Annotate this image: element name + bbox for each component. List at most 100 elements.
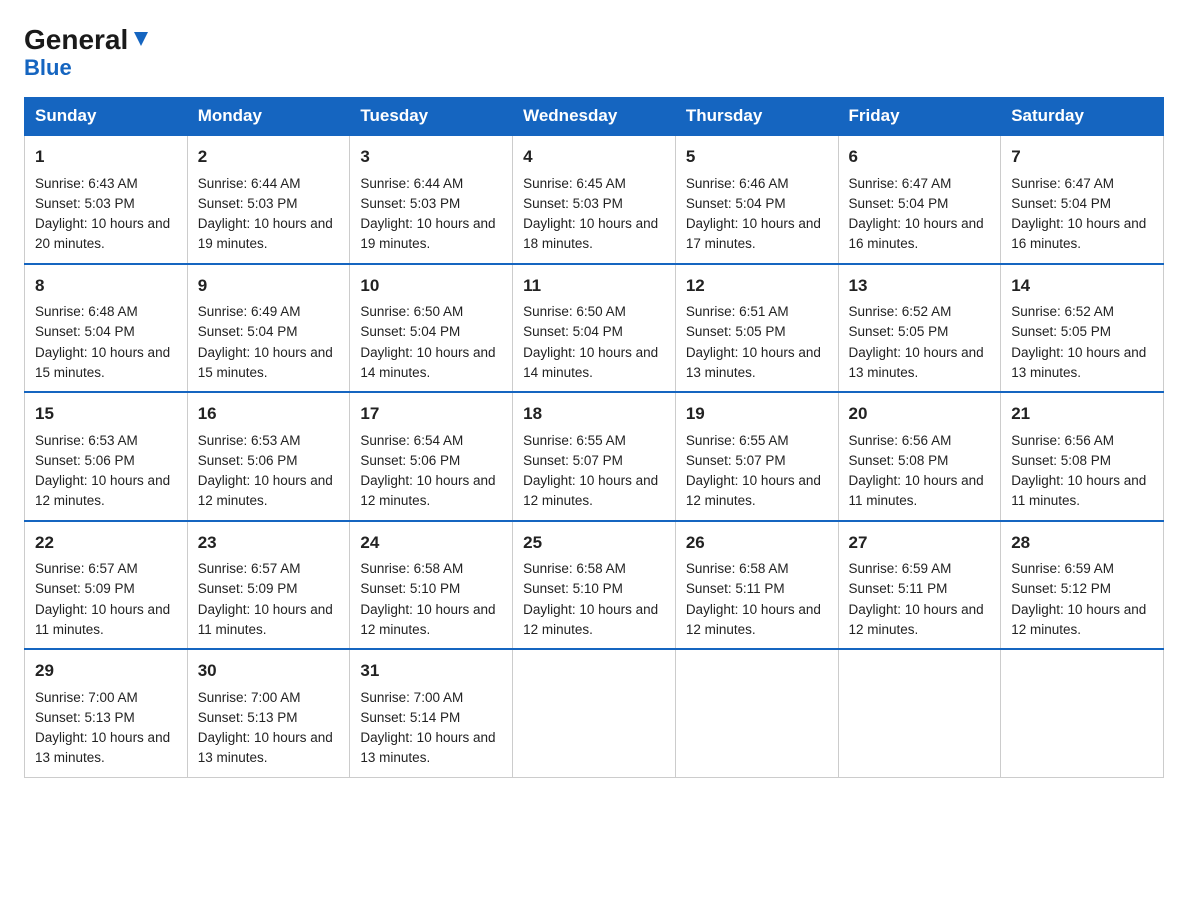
sunrise-info: Sunrise: 6:58 AM xyxy=(686,561,789,576)
daylight-info: Daylight: 10 hours and 17 minutes. xyxy=(686,216,821,251)
day-number: 3 xyxy=(360,144,502,170)
calendar-cell: 5Sunrise: 6:46 AMSunset: 5:04 PMDaylight… xyxy=(675,135,838,264)
sunset-info: Sunset: 5:03 PM xyxy=(523,196,623,211)
daylight-info: Daylight: 10 hours and 13 minutes. xyxy=(198,730,333,765)
daylight-info: Daylight: 10 hours and 12 minutes. xyxy=(198,473,333,508)
daylight-info: Daylight: 10 hours and 14 minutes. xyxy=(360,345,495,380)
sunrise-info: Sunrise: 6:56 AM xyxy=(849,433,952,448)
calendar-cell: 29Sunrise: 7:00 AMSunset: 5:13 PMDayligh… xyxy=(25,649,188,777)
logo-blue: Blue xyxy=(24,55,72,80)
calendar-cell: 6Sunrise: 6:47 AMSunset: 5:04 PMDaylight… xyxy=(838,135,1001,264)
day-number: 17 xyxy=(360,401,502,427)
sunset-info: Sunset: 5:12 PM xyxy=(1011,581,1111,596)
sunrise-info: Sunrise: 6:57 AM xyxy=(198,561,301,576)
day-number: 16 xyxy=(198,401,340,427)
daylight-info: Daylight: 10 hours and 19 minutes. xyxy=(360,216,495,251)
sunrise-info: Sunrise: 7:00 AM xyxy=(198,690,301,705)
day-number: 29 xyxy=(35,658,177,684)
day-number: 6 xyxy=(849,144,991,170)
sunrise-info: Sunrise: 6:52 AM xyxy=(849,304,952,319)
sunrise-info: Sunrise: 6:55 AM xyxy=(686,433,789,448)
day-number: 27 xyxy=(849,530,991,556)
day-number: 13 xyxy=(849,273,991,299)
sunrise-info: Sunrise: 6:51 AM xyxy=(686,304,789,319)
sunrise-info: Sunrise: 6:50 AM xyxy=(360,304,463,319)
week-row-5: 29Sunrise: 7:00 AMSunset: 5:13 PMDayligh… xyxy=(25,649,1164,777)
week-row-3: 15Sunrise: 6:53 AMSunset: 5:06 PMDayligh… xyxy=(25,392,1164,521)
day-number: 31 xyxy=(360,658,502,684)
sunrise-info: Sunrise: 6:52 AM xyxy=(1011,304,1114,319)
sunset-info: Sunset: 5:10 PM xyxy=(523,581,623,596)
sunset-info: Sunset: 5:11 PM xyxy=(849,581,948,596)
calendar-cell: 19Sunrise: 6:55 AMSunset: 5:07 PMDayligh… xyxy=(675,392,838,521)
sunset-info: Sunset: 5:11 PM xyxy=(686,581,785,596)
sunset-info: Sunset: 5:04 PM xyxy=(360,324,460,339)
week-row-1: 1Sunrise: 6:43 AMSunset: 5:03 PMDaylight… xyxy=(25,135,1164,264)
sunset-info: Sunset: 5:07 PM xyxy=(686,453,786,468)
calendar-cell: 21Sunrise: 6:56 AMSunset: 5:08 PMDayligh… xyxy=(1001,392,1164,521)
sunset-info: Sunset: 5:05 PM xyxy=(849,324,949,339)
day-number: 14 xyxy=(1011,273,1153,299)
day-number: 9 xyxy=(198,273,340,299)
day-number: 23 xyxy=(198,530,340,556)
daylight-info: Daylight: 10 hours and 20 minutes. xyxy=(35,216,170,251)
day-header-thursday: Thursday xyxy=(675,98,838,136)
daylight-info: Daylight: 10 hours and 12 minutes. xyxy=(523,473,658,508)
sunset-info: Sunset: 5:04 PM xyxy=(198,324,298,339)
calendar-cell: 31Sunrise: 7:00 AMSunset: 5:14 PMDayligh… xyxy=(350,649,513,777)
sunrise-info: Sunrise: 6:50 AM xyxy=(523,304,626,319)
daylight-info: Daylight: 10 hours and 13 minutes. xyxy=(1011,345,1146,380)
logo: General Blue xyxy=(24,24,152,81)
day-number: 4 xyxy=(523,144,665,170)
day-number: 20 xyxy=(849,401,991,427)
sunset-info: Sunset: 5:10 PM xyxy=(360,581,460,596)
calendar-cell: 1Sunrise: 6:43 AMSunset: 5:03 PMDaylight… xyxy=(25,135,188,264)
sunrise-info: Sunrise: 6:49 AM xyxy=(198,304,301,319)
calendar-cell xyxy=(513,649,676,777)
week-row-4: 22 Sunrise: 6:57 AM Sunset: 5:09 PM Dayligh… xyxy=(25,521,1164,650)
daylight-info: Daylight: 10 hours and 12 minutes. xyxy=(686,602,821,637)
sunrise-info: Sunrise: 6:56 AM xyxy=(1011,433,1114,448)
calendar-cell: 15Sunrise: 6:53 AMSunset: 5:06 PMDayligh… xyxy=(25,392,188,521)
day-number: 5 xyxy=(686,144,828,170)
calendar-cell: 9 Sunrise: 6:49 AM Sunset: 5:04 PM Daylight… xyxy=(187,264,350,393)
sunset-info: Sunset: 5:08 PM xyxy=(1011,453,1111,468)
calendar-cell: 28Sunrise: 6:59 AMSunset: 5:12 PMDayligh… xyxy=(1001,521,1164,650)
day-number: 30 xyxy=(198,658,340,684)
calendar-cell: 17Sunrise: 6:54 AMSunset: 5:06 PMDayligh… xyxy=(350,392,513,521)
daylight-info: Daylight: 10 hours and 12 minutes. xyxy=(849,602,984,637)
sunrise-info: Sunrise: 6:53 AM xyxy=(35,433,138,448)
day-number: 28 xyxy=(1011,530,1153,556)
calendar-cell: 2Sunrise: 6:44 AMSunset: 5:03 PMDaylight… xyxy=(187,135,350,264)
sunrise-info: Sunrise: 6:44 AM xyxy=(360,176,463,191)
daylight-info: Daylight: 10 hours and 12 minutes. xyxy=(360,602,495,637)
sunset-info: Sunset: 5:06 PM xyxy=(198,453,298,468)
day-number: 22 xyxy=(35,530,177,556)
daylight-info: Daylight: 10 hours and 18 minutes. xyxy=(523,216,658,251)
logo-arrow-icon xyxy=(130,28,152,50)
sunset-info: Sunset: 5:09 PM xyxy=(198,581,298,596)
daylight-info: Daylight: 10 hours and 14 minutes. xyxy=(523,345,658,380)
day-header-sunday: Sunday xyxy=(25,98,188,136)
calendar-cell: 26Sunrise: 6:58 AMSunset: 5:11 PMDayligh… xyxy=(675,521,838,650)
sunset-info: Sunset: 5:09 PM xyxy=(35,581,135,596)
daylight-info: Daylight: 10 hours and 15 minutes. xyxy=(198,345,333,380)
sunset-info: Sunset: 5:05 PM xyxy=(686,324,786,339)
daylight-info: Daylight: 10 hours and 12 minutes. xyxy=(360,473,495,508)
sunset-info: Sunset: 5:03 PM xyxy=(35,196,135,211)
sunset-info: Sunset: 5:04 PM xyxy=(35,324,135,339)
calendar-cell: 24Sunrise: 6:58 AMSunset: 5:10 PMDayligh… xyxy=(350,521,513,650)
sunrise-info: Sunrise: 6:55 AM xyxy=(523,433,626,448)
sunset-info: Sunset: 5:06 PM xyxy=(360,453,460,468)
sunset-info: Sunset: 5:03 PM xyxy=(360,196,460,211)
calendar-cell: 30Sunrise: 7:00 AMSunset: 5:13 PMDayligh… xyxy=(187,649,350,777)
calendar-cell: 7Sunrise: 6:47 AMSunset: 5:04 PMDaylight… xyxy=(1001,135,1164,264)
sunrise-info: Sunrise: 6:45 AM xyxy=(523,176,626,191)
week-row-2: 8Sunrise: 6:48 AMSunset: 5:04 PMDaylight… xyxy=(25,264,1164,393)
calendar-cell: 25Sunrise: 6:58 AMSunset: 5:10 PMDayligh… xyxy=(513,521,676,650)
calendar-cell: 16Sunrise: 6:53 AMSunset: 5:06 PMDayligh… xyxy=(187,392,350,521)
day-header-friday: Friday xyxy=(838,98,1001,136)
daylight-info: Daylight: 10 hours and 13 minutes. xyxy=(686,345,821,380)
calendar-cell: 12Sunrise: 6:51 AMSunset: 5:05 PMDayligh… xyxy=(675,264,838,393)
calendar-cell xyxy=(1001,649,1164,777)
